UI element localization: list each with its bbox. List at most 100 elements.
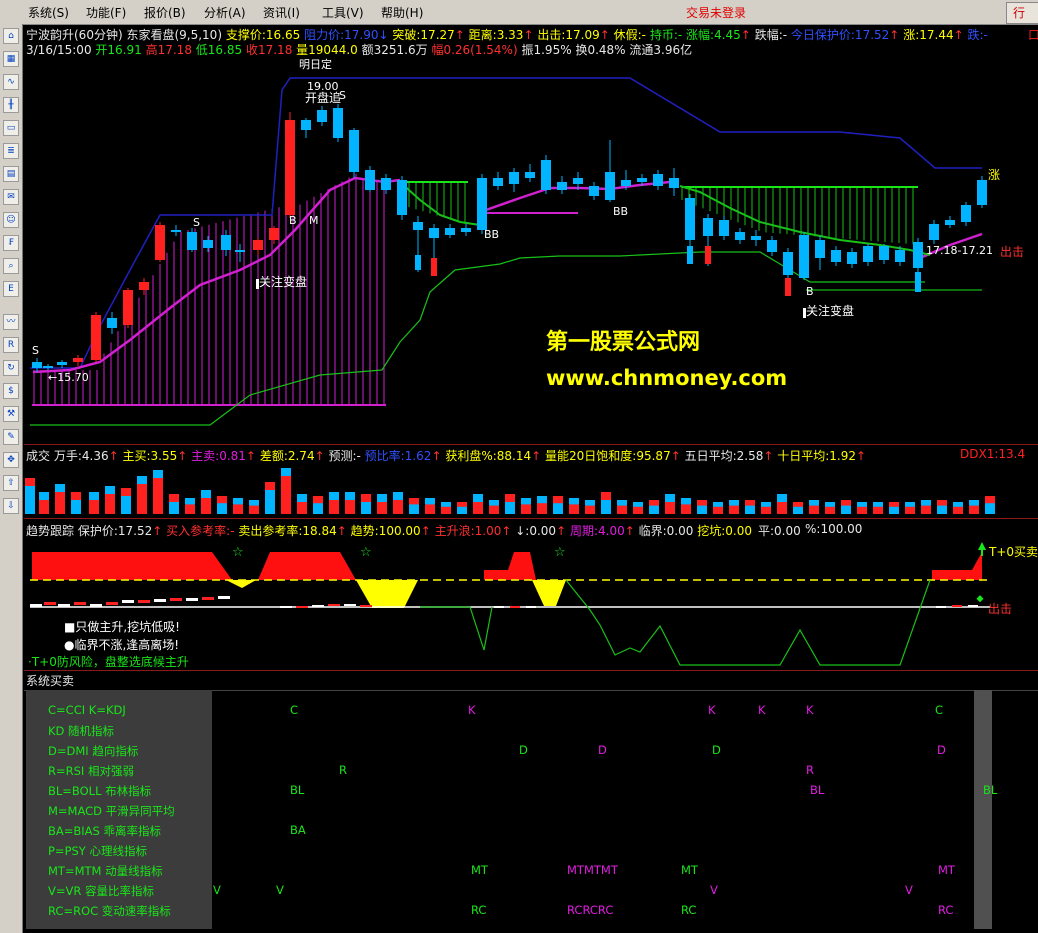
candle-body — [815, 240, 825, 258]
fund-icon[interactable]: ₣ — [3, 235, 19, 251]
trend-line — [399, 181, 481, 226]
info-volume: 量19044.0 — [296, 43, 358, 57]
signal-mark: BL — [290, 783, 305, 797]
trend-value: 趋势:100.00 — [350, 524, 421, 538]
trend-step-mark — [202, 597, 214, 600]
tools-icon[interactable]: ⚒ — [3, 406, 19, 422]
avg5-value: 五日平均:2.58 — [684, 449, 764, 463]
search-icon[interactable]: ⌕ — [3, 258, 19, 274]
trend-step-mark — [30, 604, 42, 607]
signal-bar — [915, 272, 921, 292]
label-s-top: S — [339, 89, 346, 102]
sell-ref-value: 卖出参考率:18.84 — [238, 524, 337, 538]
ratio-value: 预比率:1.62 — [364, 449, 432, 463]
candle-body — [32, 362, 42, 368]
label-tomorrow: 明日定 — [299, 58, 332, 71]
saturation-value: 量能20日饱和度:95.87 — [545, 449, 671, 463]
legend-row: P=PSY 心理线指标 — [48, 844, 147, 858]
volume-bar-cap — [217, 496, 227, 504]
volume-header: 成交 万手:4.36↑ 主买:3.55↑ 主卖:0.81↑ 差额:2.74↑ 预… — [26, 449, 867, 463]
note-t0: ·T+0防风险，盘整选底候主升 — [28, 655, 189, 669]
move-icon[interactable]: ✥ — [3, 452, 19, 468]
candle-body — [913, 242, 923, 268]
users-icon-glyph: ☺ — [6, 215, 16, 225]
pencil-icon[interactable]: ✎ — [3, 429, 19, 445]
window-icon[interactable]: ▭ — [3, 120, 19, 136]
trend-step-mark — [510, 606, 520, 608]
label-watch-change-1: |关注变盘 — [256, 275, 308, 289]
volume-bar-cap — [825, 502, 835, 507]
candle-body — [879, 246, 889, 260]
etf-icon[interactable]: E — [3, 281, 19, 297]
signal-mark: V — [276, 883, 284, 897]
flag-value: ↓:0.00 — [515, 524, 557, 538]
volume-bar-cap — [793, 502, 803, 507]
etf-icon-glyph: E — [8, 284, 14, 294]
table-icon[interactable]: ▦ — [3, 51, 19, 67]
signal-bar — [415, 255, 421, 270]
candle-body — [285, 120, 295, 215]
candle-body — [429, 228, 439, 238]
hand-value: 万手:4.36 — [53, 449, 109, 463]
volume-bar-cap — [521, 498, 531, 505]
home-icon[interactable]: ⌂ — [3, 28, 19, 44]
trend-step-mark — [526, 606, 536, 608]
up-arrow-icon[interactable]: ⇧ — [3, 475, 19, 491]
line-chart-icon[interactable]: ∿ — [3, 74, 19, 90]
candle-body — [445, 228, 455, 235]
volume-bar-cap — [409, 498, 419, 505]
dollar-icon[interactable]: $ — [3, 383, 19, 399]
trend-red-block — [932, 552, 982, 580]
candle-chart-icon-glyph: ╫ — [8, 100, 14, 110]
candle-body — [155, 225, 165, 260]
candle-body — [685, 198, 695, 240]
users-icon[interactable]: ☺ — [3, 212, 19, 228]
trend-step-mark — [968, 605, 978, 607]
candle-chart-icon[interactable]: ╫ — [3, 97, 19, 113]
watermark-url: www.chnmoney.com — [546, 366, 788, 390]
fall-value: 跌幅:- — [754, 28, 788, 42]
signal-bar — [431, 258, 437, 276]
trend-yellow-block — [532, 580, 566, 606]
volume-bar-cap — [169, 494, 179, 502]
info-high: 高17.18 — [145, 43, 192, 57]
volume-bar-cap — [985, 496, 995, 504]
volume-bar-cap — [489, 500, 499, 506]
label-open-chase: 开盘追 — [305, 91, 342, 105]
wave-icon[interactable]: 〰 — [3, 314, 19, 330]
exit-value: 出击:17.09 — [537, 28, 600, 42]
trend-step-mark — [90, 604, 102, 607]
candle-body — [203, 240, 213, 248]
bar-info-line: 3/16/15:00 开16.91 高17.18 低16.85 收17.18 量… — [26, 41, 692, 58]
legend-row: R=RSI 相对强弱 — [48, 764, 134, 778]
volume-bar-cap — [777, 494, 787, 502]
predict-value: 预测:- — [328, 449, 361, 463]
volume-bar-cap — [857, 502, 867, 507]
info-pct: 幅0.26(1.54%) — [431, 43, 518, 57]
refresh-icon-glyph: ↻ — [7, 363, 15, 373]
trend-green-line — [565, 579, 931, 666]
grid-icon[interactable]: ▤ — [3, 166, 19, 182]
diamond-icon — [976, 595, 984, 603]
gift-icon[interactable]: ✉ — [3, 189, 19, 205]
trend-step-mark — [186, 598, 198, 601]
trend-step-mark — [360, 605, 372, 607]
dig-value: 挖坑:0.00 — [697, 524, 752, 538]
down-arrow-icon[interactable]: ⇩ — [3, 498, 19, 514]
volume-bar-cap — [505, 494, 515, 502]
rsi-icon[interactable]: R — [3, 337, 19, 353]
volume-bar-cap — [937, 500, 947, 506]
volume-bar-cap — [361, 494, 371, 502]
list-icon[interactable]: ≣ — [3, 143, 19, 159]
volume-bar-cap — [697, 500, 707, 506]
refresh-icon[interactable]: ↻ — [3, 360, 19, 376]
critical-value: 临界:0.00 — [638, 524, 694, 538]
candle-body — [171, 230, 181, 232]
volume-bar-cap — [55, 484, 65, 492]
candle-body — [719, 220, 729, 236]
star-icon: ☆ — [232, 545, 244, 560]
signal-mark: RC — [471, 903, 487, 917]
hold-value: 持币:- — [649, 28, 683, 42]
signal-bar — [705, 246, 711, 264]
volume-bar-cap — [185, 498, 195, 505]
